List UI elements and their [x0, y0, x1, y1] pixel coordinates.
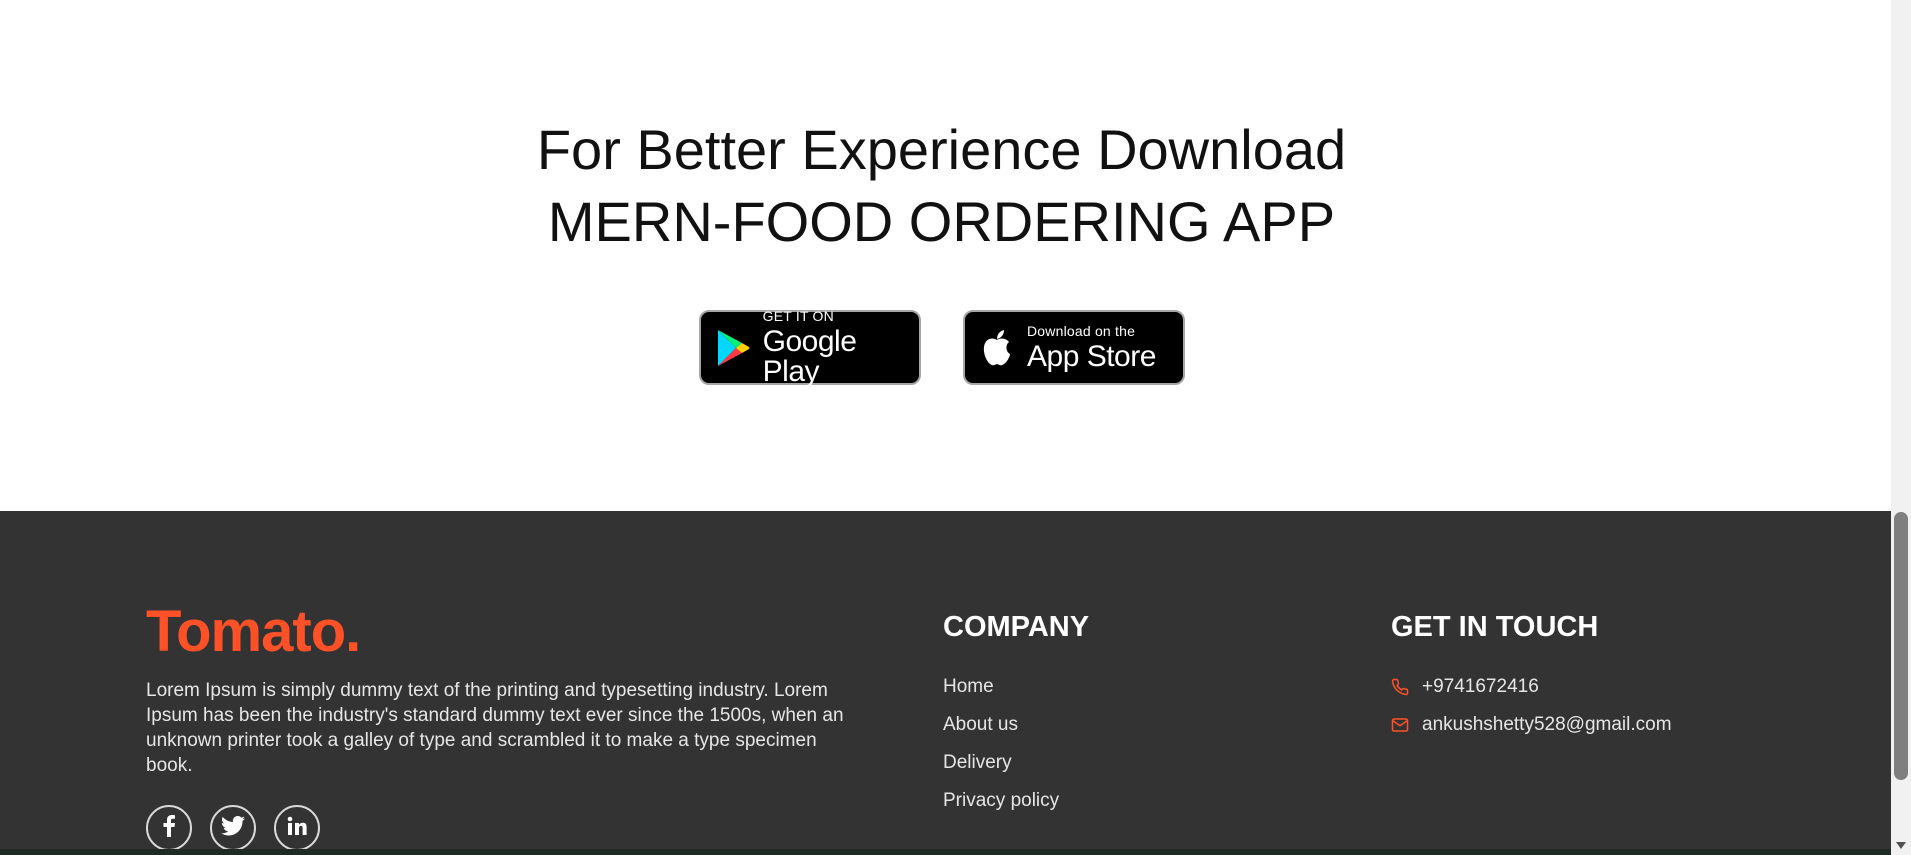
app-store-big-label: App Store [1027, 339, 1156, 373]
footer-logo[interactable]: Tomato. [146, 603, 361, 661]
app-download-title-line1: For Better Experience Download [536, 118, 1347, 181]
footer-description: Lorem Ipsum is simply dummy text of the … [146, 680, 844, 776]
get-in-touch-heading: GET IN TOUCH [1391, 611, 1599, 643]
app-store-text: Download on the App Store [1027, 324, 1156, 372]
google-play-button[interactable]: GET IT ON Google Play [699, 309, 921, 387]
app-download-title: For Better Experience Download MERN-FOOD… [0, 114, 1883, 258]
company-links: Home About us Delivery Privacy policy [943, 675, 1059, 827]
footer-link-privacy-policy[interactable]: Privacy policy [943, 789, 1059, 827]
scroll-down-arrow-icon[interactable] [1896, 842, 1906, 849]
social-links [146, 805, 320, 851]
mail-icon [1391, 716, 1409, 734]
google-play-text: GET IT ON Google Play [763, 309, 919, 387]
google-play-big-label: Google Play [762, 324, 857, 388]
facebook-icon [162, 814, 176, 842]
company-heading: COMPANY [943, 611, 1090, 643]
scrollbar-thumb[interactable] [1894, 512, 1908, 780]
app-download-title-line2: MERN-FOOD ORDERING APP [547, 190, 1336, 253]
footer: Tomato. Lorem Ipsum is simply dummy text… [0, 511, 1891, 851]
linkedin-icon [287, 816, 307, 841]
page: For Better Experience Download MERN-FOOD… [0, 0, 1911, 855]
store-buttons: GET IT ON Google Play Download on the Ap… [699, 309, 1185, 387]
footer-bottom-strip [0, 849, 1891, 855]
facebook-button[interactable] [146, 805, 192, 851]
app-download-section: For Better Experience Download MERN-FOOD… [0, 0, 1891, 511]
app-store-button[interactable]: Download on the App Store [963, 310, 1185, 385]
google-play-small-label: GET IT ON [762, 307, 834, 324]
vertical-scrollbar[interactable] [1891, 0, 1911, 855]
twitter-button[interactable] [210, 805, 256, 851]
google-play-icon [715, 328, 751, 368]
app-store-small-label: Download on the [1027, 322, 1136, 339]
contact-email-text: ankushshetty528@gmail.com [1422, 714, 1672, 735]
footer-link-about-us[interactable]: About us [943, 713, 1059, 751]
footer-link-delivery[interactable]: Delivery [943, 751, 1059, 789]
contact-list: +9741672416 ankushshetty528@gmail.com [1391, 675, 1672, 751]
phone-icon [1391, 678, 1409, 696]
contact-phone[interactable]: +9741672416 [1391, 675, 1672, 713]
contact-phone-text: +9741672416 [1422, 676, 1539, 697]
linkedin-button[interactable] [274, 805, 320, 851]
contact-email[interactable]: ankushshetty528@gmail.com [1391, 713, 1672, 751]
twitter-icon [221, 815, 245, 841]
footer-link-home[interactable]: Home [943, 675, 1059, 713]
apple-icon [979, 328, 1015, 368]
